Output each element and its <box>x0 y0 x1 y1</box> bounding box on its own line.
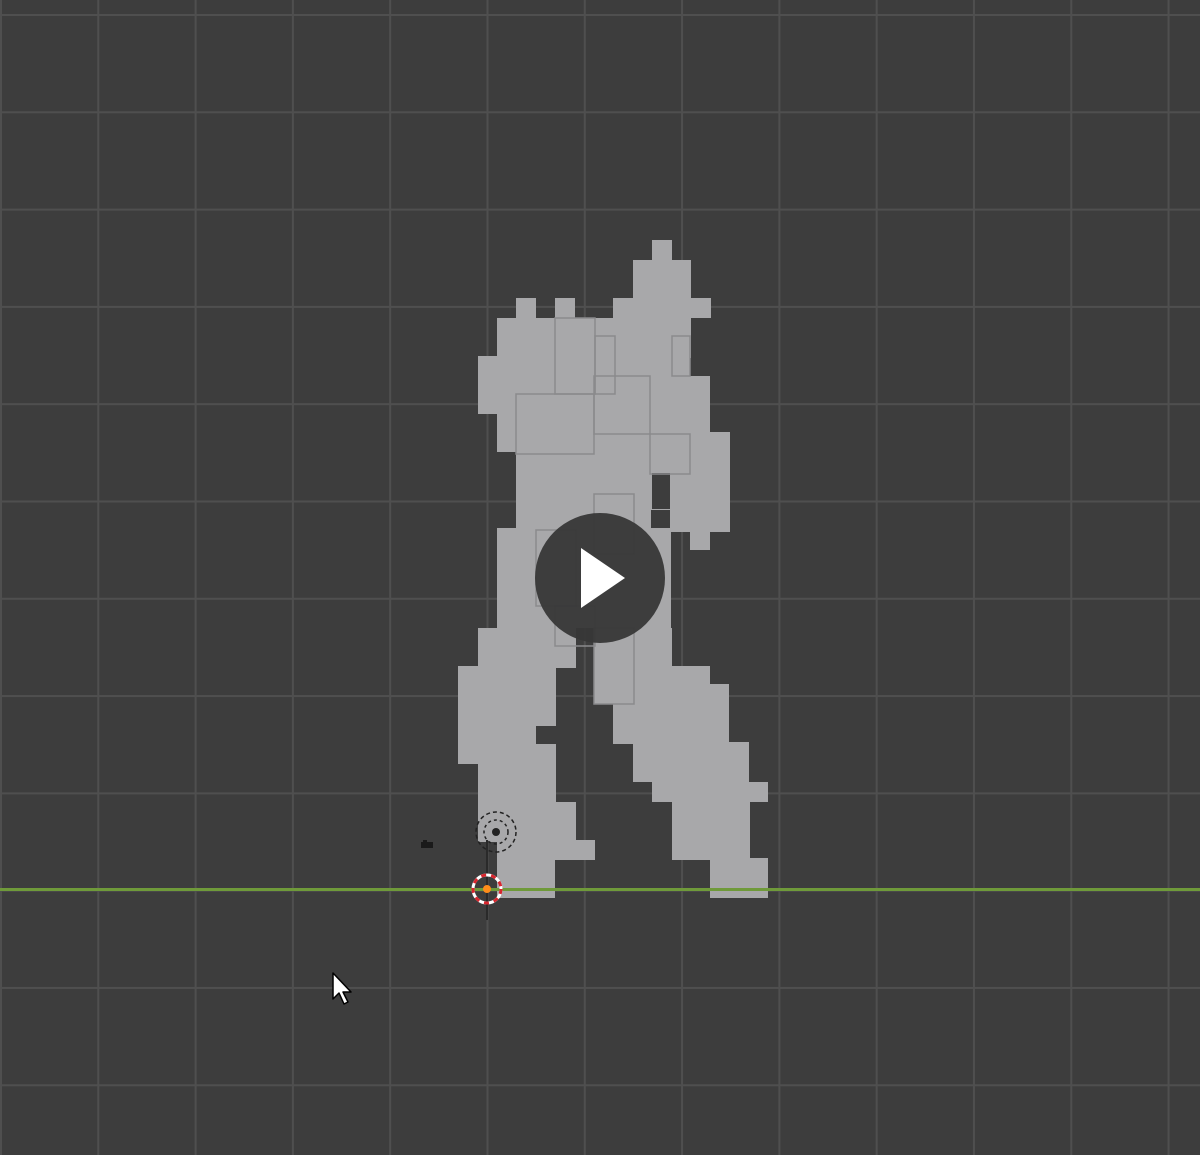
light-icon[interactable] <box>420 840 434 850</box>
camera-icon[interactable] <box>474 810 520 856</box>
3d-viewport[interactable] <box>0 0 1200 1155</box>
play-icon <box>581 548 625 608</box>
play-button[interactable] <box>535 513 665 643</box>
ground-axis-line <box>0 888 1200 891</box>
origin-icon[interactable] <box>470 872 504 906</box>
mouse-cursor-icon <box>332 972 352 1005</box>
